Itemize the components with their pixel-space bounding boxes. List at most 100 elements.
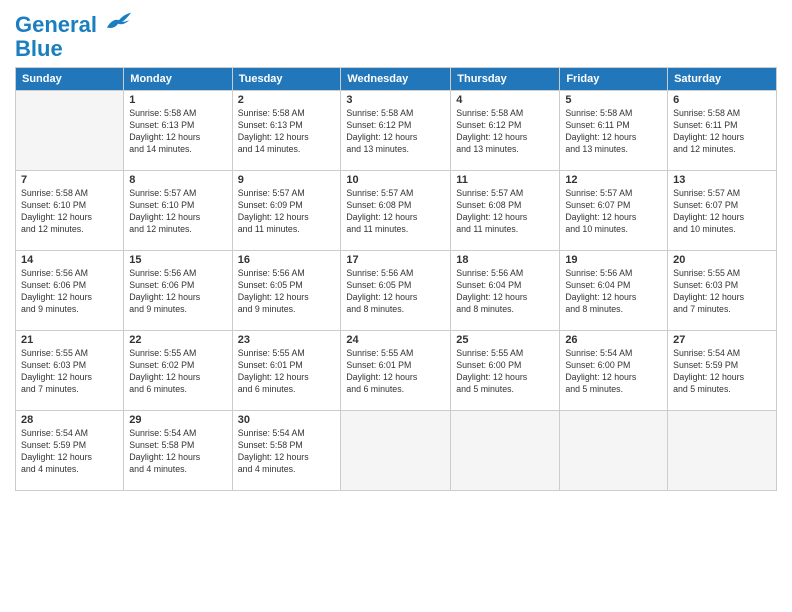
day-number: 3 [346, 94, 445, 106]
day-number: 14 [21, 254, 118, 266]
header-saturday: Saturday [668, 68, 777, 91]
calendar-cell [451, 411, 560, 491]
logo-blue: Blue [15, 37, 133, 61]
calendar-cell: 6 Sunrise: 5:58 AM Sunset: 6:11 PM Daylig… [668, 91, 777, 171]
day-number: 24 [346, 334, 445, 346]
day-info: Sunrise: 5:58 AM Sunset: 6:10 PM Dayligh… [21, 188, 118, 236]
calendar-cell: 17 Sunrise: 5:56 AM Sunset: 6:05 PM Dayli… [341, 251, 451, 331]
calendar-cell: 20Sunrise: 5:55 AM Sunset: 6:03 PM Dayli… [668, 251, 777, 331]
calendar-cell: 10 Sunrise: 5:57 AM Sunset: 6:08 PM Dayli… [341, 171, 451, 251]
calendar-week-row: 28 Sunrise: 5:54 AM Sunset: 5:59 PM Dayli… [16, 411, 777, 491]
day-number: 13 [673, 174, 771, 186]
day-number: 10 [346, 174, 445, 186]
calendar-cell [560, 411, 668, 491]
calendar-week-row: 1 Sunrise: 5:58 AM Sunset: 6:13 PM Daylig… [16, 91, 777, 171]
calendar-cell: 26 Sunrise: 5:54 AM Sunset: 6:00 PM Dayli… [560, 331, 668, 411]
day-number: 7 [21, 174, 118, 186]
day-number: 18 [456, 254, 554, 266]
day-info: Sunrise: 5:54 AM Sunset: 5:59 PM Dayligh… [21, 428, 118, 476]
day-number: 21 [21, 334, 118, 346]
day-info: Sunrise: 5:54 AM Sunset: 5:59 PM Dayligh… [673, 348, 771, 396]
header-tuesday: Tuesday [232, 68, 341, 91]
day-number: 26 [565, 334, 662, 346]
day-number: 16 [238, 254, 336, 266]
day-info: Sunrise: 5:55 AM Sunset: 6:03 PM Dayligh… [21, 348, 118, 396]
calendar-body: 1 Sunrise: 5:58 AM Sunset: 6:13 PM Daylig… [16, 91, 777, 491]
calendar-cell: 24 Sunrise: 5:55 AM Sunset: 6:01 PM Dayli… [341, 331, 451, 411]
day-info: Sunrise: 5:57 AM Sunset: 6:07 PM Dayligh… [673, 188, 771, 236]
day-number: 12 [565, 174, 662, 186]
day-info: Sunrise: 5:54 AM Sunset: 5:58 PM Dayligh… [238, 428, 336, 476]
calendar-cell [341, 411, 451, 491]
calendar-cell: 15 Sunrise: 5:56 AM Sunset: 6:06 PM Dayli… [124, 251, 232, 331]
logo: General Blue [15, 10, 133, 61]
logo-bird-icon [105, 10, 133, 32]
calendar-cell: 9Sunrise: 5:57 AM Sunset: 6:09 PM Daylig… [232, 171, 341, 251]
logo-text: General [15, 10, 133, 37]
day-info: Sunrise: 5:56 AM Sunset: 6:05 PM Dayligh… [346, 268, 445, 316]
day-number: 20 [673, 254, 771, 266]
calendar-cell: 16 Sunrise: 5:56 AM Sunset: 6:05 PM Dayli… [232, 251, 341, 331]
day-number: 5 [565, 94, 662, 106]
calendar-cell: 23 Sunrise: 5:55 AM Sunset: 6:01 PM Dayli… [232, 331, 341, 411]
day-info: Sunrise: 5:54 AM Sunset: 6:00 PM Dayligh… [565, 348, 662, 396]
calendar-cell: 2 Sunrise: 5:58 AM Sunset: 6:13 PM Daylig… [232, 91, 341, 171]
calendar-cell [16, 91, 124, 171]
header-thursday: Thursday [451, 68, 560, 91]
calendar-cell: 13 Sunrise: 5:57 AM Sunset: 6:07 PM Dayli… [668, 171, 777, 251]
calendar-cell: 4 Sunrise: 5:58 AM Sunset: 6:12 PM Daylig… [451, 91, 560, 171]
day-info: Sunrise: 5:58 AM Sunset: 6:11 PM Dayligh… [565, 108, 662, 156]
day-info: Sunrise: 5:57 AM Sunset: 6:09 PM Dayligh… [238, 188, 336, 236]
day-number: 17 [346, 254, 445, 266]
calendar-cell: 14Sunrise: 5:56 AM Sunset: 6:06 PM Dayli… [16, 251, 124, 331]
day-number: 22 [129, 334, 226, 346]
day-number: 28 [21, 414, 118, 426]
day-info: Sunrise: 5:57 AM Sunset: 6:07 PM Dayligh… [565, 188, 662, 236]
day-info: Sunrise: 5:57 AM Sunset: 6:08 PM Dayligh… [346, 188, 445, 236]
day-info: Sunrise: 5:58 AM Sunset: 6:11 PM Dayligh… [673, 108, 771, 156]
page: General Blue Sunday Monday Tuesday Wedne… [0, 0, 792, 612]
day-number: 2 [238, 94, 336, 106]
calendar-cell: 30 Sunrise: 5:54 AM Sunset: 5:58 PM Dayli… [232, 411, 341, 491]
calendar-cell [668, 411, 777, 491]
day-info: Sunrise: 5:55 AM Sunset: 6:01 PM Dayligh… [238, 348, 336, 396]
day-number: 25 [456, 334, 554, 346]
calendar-cell: 27 Sunrise: 5:54 AM Sunset: 5:59 PM Dayli… [668, 331, 777, 411]
day-number: 8 [129, 174, 226, 186]
day-number: 15 [129, 254, 226, 266]
header-wednesday: Wednesday [341, 68, 451, 91]
day-info: Sunrise: 5:58 AM Sunset: 6:13 PM Dayligh… [238, 108, 336, 156]
day-number: 23 [238, 334, 336, 346]
header: General Blue [15, 10, 777, 61]
day-number: 29 [129, 414, 226, 426]
header-sunday: Sunday [16, 68, 124, 91]
header-friday: Friday [560, 68, 668, 91]
day-number: 6 [673, 94, 771, 106]
calendar-cell: 8Sunrise: 5:57 AM Sunset: 6:10 PM Daylig… [124, 171, 232, 251]
calendar-cell: 19Sunrise: 5:56 AM Sunset: 6:04 PM Dayli… [560, 251, 668, 331]
calendar-week-row: 14 Sunrise: 5:56 AM Sunset: 6:06 PM Dayli… [16, 251, 777, 331]
calendar-cell: 22Sunrise: 5:55 AM Sunset: 6:02 PM Dayli… [124, 331, 232, 411]
day-number: 1 [129, 94, 226, 106]
calendar-week-row: 7 Sunrise: 5:58 AM Sunset: 6:10 PM Daylig… [16, 171, 777, 251]
calendar-cell: 5 Sunrise: 5:58 AM Sunset: 6:11 PM Daylig… [560, 91, 668, 171]
day-info: Sunrise: 5:58 AM Sunset: 6:13 PM Dayligh… [129, 108, 226, 156]
header-row: Sunday Monday Tuesday Wednesday Thursday… [16, 68, 777, 91]
day-number: 30 [238, 414, 336, 426]
logo-general: General [15, 12, 97, 37]
calendar-cell: 11 Sunrise: 5:57 AM Sunset: 6:08 PM Dayli… [451, 171, 560, 251]
calendar-cell: 18Sunrise: 5:56 AM Sunset: 6:04 PM Dayli… [451, 251, 560, 331]
day-number: 27 [673, 334, 771, 346]
day-info: Sunrise: 5:57 AM Sunset: 6:08 PM Dayligh… [456, 188, 554, 236]
day-info: Sunrise: 5:56 AM Sunset: 6:06 PM Dayligh… [129, 268, 226, 316]
calendar-cell: 25Sunrise: 5:55 AM Sunset: 6:00 PM Dayli… [451, 331, 560, 411]
calendar-table: Sunday Monday Tuesday Wednesday Thursday… [15, 67, 777, 491]
calendar-cell: 1 Sunrise: 5:58 AM Sunset: 6:13 PM Daylig… [124, 91, 232, 171]
day-number: 4 [456, 94, 554, 106]
calendar-cell: 3Sunrise: 5:58 AM Sunset: 6:12 PM Daylig… [341, 91, 451, 171]
day-number: 11 [456, 174, 554, 186]
day-info: Sunrise: 5:55 AM Sunset: 6:01 PM Dayligh… [346, 348, 445, 396]
day-info: Sunrise: 5:56 AM Sunset: 6:04 PM Dayligh… [565, 268, 662, 316]
day-info: Sunrise: 5:58 AM Sunset: 6:12 PM Dayligh… [456, 108, 554, 156]
day-info: Sunrise: 5:56 AM Sunset: 6:05 PM Dayligh… [238, 268, 336, 316]
